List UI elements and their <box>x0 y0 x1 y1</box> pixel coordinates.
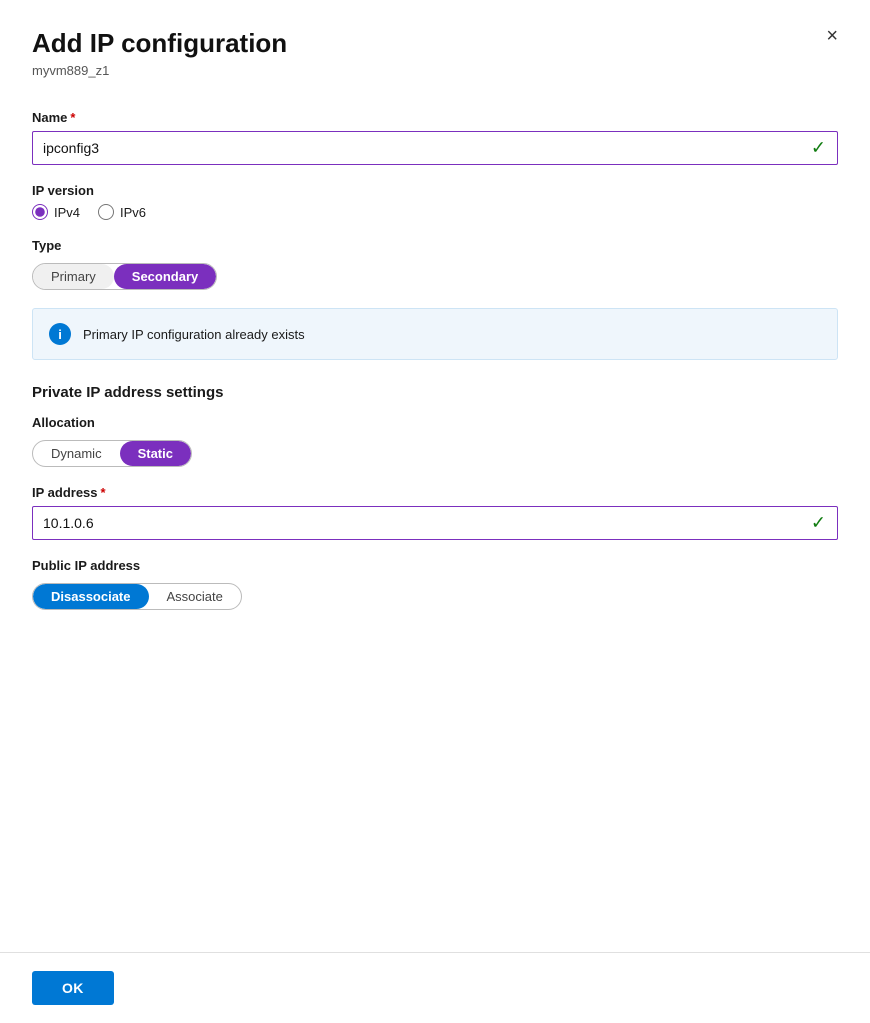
allocation-static-button[interactable]: Static <box>120 441 191 466</box>
ipv6-label: IPv6 <box>120 205 146 220</box>
ip-version-radio-group: IPv4 IPv6 <box>32 204 838 220</box>
info-banner: i Primary IP configuration already exist… <box>32 308 838 360</box>
ip-version-label: IP version <box>32 183 838 198</box>
type-field-group: Type Primary Secondary <box>32 238 838 290</box>
name-label: Name* <box>32 110 838 125</box>
ipv4-option[interactable]: IPv4 <box>32 204 80 220</box>
name-input[interactable] <box>32 131 838 165</box>
private-ip-section-title: Private IP address settings <box>32 384 838 401</box>
allocation-label: Allocation <box>32 415 838 430</box>
close-button[interactable]: × <box>822 22 842 50</box>
name-valid-icon: ✓ <box>811 138 826 159</box>
info-icon: i <box>49 323 71 345</box>
ip-address-input[interactable] <box>32 506 838 540</box>
info-banner-text: Primary IP configuration already exists <box>83 327 305 342</box>
panel-subtitle: myvm889_z1 <box>32 63 838 78</box>
add-ip-config-panel: Add IP configuration myvm889_z1 × Name* … <box>0 0 870 1023</box>
type-label: Type <box>32 238 838 253</box>
ip-address-required-marker: * <box>101 485 106 500</box>
ipv4-label: IPv4 <box>54 205 80 220</box>
ip-address-label: IP address* <box>32 485 838 500</box>
public-ip-field-group: Public IP address Disassociate Associate <box>32 558 838 610</box>
panel-body: Name* ✓ IP version IPv4 IPv6 <box>0 90 870 952</box>
ip-address-input-wrapper: ✓ <box>32 506 838 540</box>
ip-address-valid-icon: ✓ <box>811 513 826 534</box>
public-ip-toggle-group: Disassociate Associate <box>32 583 242 610</box>
ipv6-option[interactable]: IPv6 <box>98 204 146 220</box>
name-required-marker: * <box>70 110 75 125</box>
panel-footer: OK <box>0 952 870 1023</box>
type-secondary-button[interactable]: Secondary <box>114 264 216 289</box>
public-ip-label: Public IP address <box>32 558 838 573</box>
panel-header: Add IP configuration myvm889_z1 × <box>0 0 870 90</box>
type-primary-button[interactable]: Primary <box>33 264 114 289</box>
allocation-toggle-group: Dynamic Static <box>32 440 192 467</box>
ip-version-field-group: IP version IPv4 IPv6 <box>32 183 838 220</box>
associate-button[interactable]: Associate <box>149 584 241 609</box>
ok-button[interactable]: OK <box>32 971 114 1005</box>
name-input-wrapper: ✓ <box>32 131 838 165</box>
disassociate-button[interactable]: Disassociate <box>33 584 149 609</box>
name-field-group: Name* ✓ <box>32 110 838 165</box>
ip-address-field-group: IP address* ✓ <box>32 485 838 540</box>
ipv6-radio[interactable] <box>98 204 114 220</box>
panel-title: Add IP configuration <box>32 28 838 59</box>
allocation-dynamic-button[interactable]: Dynamic <box>33 441 120 466</box>
allocation-field-group: Allocation Dynamic Static <box>32 415 838 467</box>
ipv4-radio[interactable] <box>32 204 48 220</box>
type-toggle-group: Primary Secondary <box>32 263 217 290</box>
